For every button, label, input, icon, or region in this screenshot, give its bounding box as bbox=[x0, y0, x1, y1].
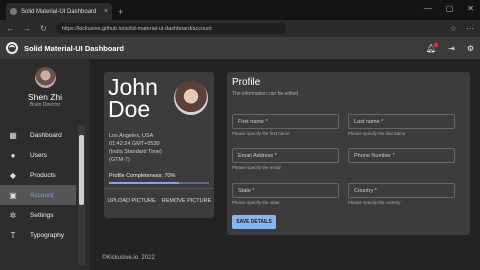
profile-completeness-label: Profile Completeness: 70% bbox=[109, 173, 176, 179]
upload-picture-button[interactable]: UPLOAD PICTURE bbox=[104, 189, 159, 218]
profile-tz-short: (GTM-7) bbox=[109, 157, 130, 163]
state-field[interactable]: State * bbox=[232, 183, 339, 198]
sidebar-item-account[interactable]: ▣ Account bbox=[0, 185, 76, 205]
browser-menu-icon[interactable]: ⋯ bbox=[466, 24, 474, 33]
settings-gear-icon[interactable]: ⚙︎ bbox=[467, 44, 474, 53]
sidebar-item-settings[interactable]: ✲ Settings bbox=[0, 205, 90, 225]
sidebar-item-label: Dashboard bbox=[30, 131, 62, 139]
account-icon: ▣ bbox=[9, 190, 17, 200]
maximize-icon[interactable]: ▢ bbox=[446, 4, 454, 13]
sidebar-item-label: Settings bbox=[30, 211, 54, 219]
sidebar: Shen Zhi Brain Director ▦ Dashboard ● Us… bbox=[0, 59, 90, 270]
typography-icon: T bbox=[10, 230, 16, 240]
sidebar-user-name: Shen Zhi bbox=[27, 92, 63, 102]
profile-location-block: Los Angeles, USA 01:42:24 GMT+0530 (Indi… bbox=[109, 132, 209, 164]
profile-form-title: Profile bbox=[232, 77, 261, 88]
sidebar-item-products[interactable]: ◆ Products bbox=[0, 165, 90, 185]
sidebar-user-role: Brain Director bbox=[29, 102, 61, 108]
main-content: John Doe Los Angeles, USA 01:42:24 GMT+0… bbox=[90, 59, 480, 270]
first-name-helper: Please specify the first name bbox=[232, 131, 290, 136]
country-helper: Please specify the country bbox=[348, 200, 401, 205]
sidebar-item-dashboard[interactable]: ▦ Dashboard bbox=[0, 125, 90, 145]
profile-form-subtitle: The information can be edited bbox=[232, 91, 299, 97]
tab-close-icon[interactable]: × bbox=[104, 8, 108, 15]
signout-icon[interactable]: ⇥ bbox=[448, 44, 455, 53]
minimize-icon[interactable]: — bbox=[424, 4, 432, 13]
profile-time: 01:42:24 GMT+0530 bbox=[109, 141, 160, 147]
sidebar-avatar[interactable] bbox=[35, 67, 56, 88]
profile-timezone: (India Standard Time) bbox=[109, 149, 162, 155]
sidebar-item-label: Typography bbox=[30, 231, 64, 239]
new-tab-button[interactable]: + bbox=[118, 3, 123, 20]
profile-completeness-bar bbox=[109, 182, 209, 184]
last-name-field[interactable]: Last name * bbox=[348, 114, 455, 129]
sidebar-item-label: Account bbox=[30, 191, 54, 199]
back-icon[interactable]: ← bbox=[6, 24, 14, 33]
first-name-field[interactable]: First name * bbox=[232, 114, 339, 129]
sidebar-item-label: Products bbox=[30, 171, 56, 179]
notifications-bell-icon[interactable]: 🔔︎ bbox=[426, 42, 439, 53]
phone-field[interactable]: Phone Number * bbox=[348, 148, 455, 163]
email-field[interactable]: Email Address * bbox=[232, 148, 339, 163]
profile-last-name: Doe bbox=[108, 96, 151, 122]
address-bar-row: ← → ↻ https://kickusive.github.io/solid-… bbox=[0, 20, 480, 37]
app-title: Solid Material-UI Dashboard bbox=[24, 43, 125, 53]
browser-tab[interactable]: Solid Material-UI Dashboard × bbox=[6, 3, 112, 20]
browser-tab-bar: Solid Material-UI Dashboard × + — ▢ ✕ bbox=[0, 0, 480, 20]
favorite-star-icon[interactable]: ☆ bbox=[450, 24, 457, 33]
sidebar-item-label: Users bbox=[30, 151, 47, 159]
profile-avatar bbox=[174, 81, 208, 115]
completeness-fill bbox=[109, 182, 179, 184]
url-input[interactable]: https://kickusive.github.io/solid-materi… bbox=[55, 23, 286, 34]
profile-form-card: Profile The information can be edited Fi… bbox=[227, 72, 470, 235]
country-field[interactable]: Country * bbox=[348, 183, 455, 198]
tab-title: Solid Material-UI Dashboard bbox=[21, 8, 97, 15]
profile-name: John Doe bbox=[108, 74, 158, 122]
remove-picture-button[interactable]: REMOVE PICTURE bbox=[159, 189, 214, 218]
profile-location: Los Angeles, USA bbox=[109, 133, 154, 139]
window-controls: — ▢ ✕ bbox=[424, 4, 474, 13]
save-details-button[interactable]: SAVE DETAILS bbox=[232, 215, 276, 229]
forward-icon[interactable]: → bbox=[23, 24, 31, 33]
dashboard-icon: ▦ bbox=[9, 130, 17, 140]
email-helper: Please specify the email bbox=[232, 165, 281, 170]
last-name-helper: Please specify the last name bbox=[348, 131, 406, 136]
app-bar: Solid Material-UI Dashboard 🔔︎ ⇥ ⚙︎ bbox=[0, 37, 480, 59]
scrollbar-thumb[interactable] bbox=[79, 135, 84, 205]
footer-copyright: ©Kickusive.io. 2022 bbox=[102, 255, 155, 261]
products-icon: ◆ bbox=[9, 170, 17, 180]
profile-first-name: John bbox=[108, 74, 158, 100]
account-profile-card: John Doe Los Angeles, USA 01:42:24 GMT+0… bbox=[104, 72, 214, 218]
sidebar-scrollbar[interactable] bbox=[78, 125, 85, 265]
favicon-icon bbox=[10, 8, 17, 15]
close-window-icon[interactable]: ✕ bbox=[467, 4, 474, 13]
sidebar-item-typography[interactable]: T Typography bbox=[0, 225, 90, 245]
refresh-icon[interactable]: ↻ bbox=[40, 24, 47, 33]
app-logo-icon[interactable] bbox=[6, 42, 18, 54]
users-icon: ● bbox=[10, 150, 16, 160]
state-helper: Please specify the state bbox=[232, 200, 280, 205]
sidebar-nav: ▦ Dashboard ● Users ◆ Products ▣ Account… bbox=[0, 125, 90, 245]
sidebar-item-users[interactable]: ● Users bbox=[0, 145, 90, 165]
settings-icon: ✲ bbox=[9, 210, 17, 220]
